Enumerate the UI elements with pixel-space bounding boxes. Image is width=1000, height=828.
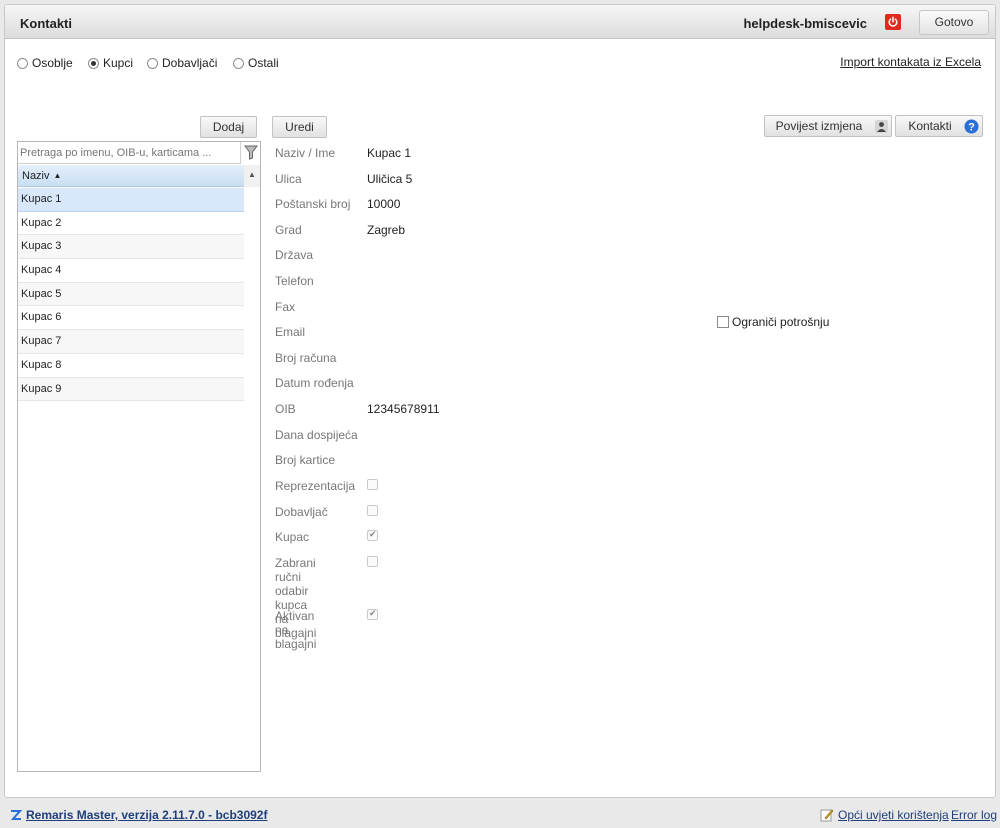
field-label: OIB [275,402,296,416]
radio-osoblje[interactable]: Osoblje [17,56,73,70]
radio-label: Dobavljači [162,56,218,70]
checkbox[interactable] [367,555,378,567]
contacts-help-button[interactable]: Kontakti ? [895,115,983,137]
checkbox[interactable] [367,529,378,542]
history-button[interactable]: Povijest izmjena [764,115,892,137]
checkbox[interactable] [367,504,378,516]
limit-consumption-label: Ograniči potrošnju [732,315,830,329]
logout-button[interactable] [885,14,901,30]
radio-label: Osoblje [32,56,73,70]
contacts-help-label: Kontakti [908,119,952,133]
svg-text:?: ? [968,122,975,134]
field-label: Grad [275,222,302,237]
check-label: Reprezentacija [275,479,356,493]
edit-button[interactable]: Uredi [272,116,327,138]
footer: Remaris Master, verzija 2.11.7.0 - bcb30… [0,800,1000,828]
field-label: Država [275,248,314,263]
field-value: Uličica 5 [367,171,413,186]
radio-button[interactable] [233,57,244,69]
filter-icon[interactable] [244,145,258,163]
power-icon [888,16,898,27]
field-label: Telefon [275,274,314,288]
radio-button[interactable] [147,57,158,69]
field-value: 10000 [367,197,401,212]
page-title: Kontakti [20,16,72,31]
check-label: Aktivan na blagajni [275,609,317,651]
radio-label: Ostali [248,56,279,70]
column-header-label: Naziv [22,170,50,182]
edit-document-icon [820,809,834,822]
radio-button[interactable] [88,57,99,69]
history-label: Povijest izmjena [775,119,863,133]
checkbox[interactable] [367,608,378,620]
column-header-naziv[interactable]: Naziv ▲ [18,165,244,187]
scroll-up-button[interactable]: ▲ [244,165,260,187]
radio-ostali[interactable]: Ostali [233,56,279,70]
field-value: Zagreb [367,222,406,237]
list-item[interactable]: Kupac 3 [18,235,244,260]
search-input[interactable] [18,142,241,164]
field-label: Poštanski broj [275,197,351,212]
radio-button[interactable] [17,57,28,69]
check-label: Dobavljač [275,504,328,519]
import-excel-link[interactable]: Import kontakata iz Excela [840,55,981,69]
list-item[interactable]: Kupac 2 [18,212,244,236]
field-label: Broj kartice [275,453,336,468]
field-value: 12345678911 [367,402,440,416]
add-button[interactable]: Dodaj [200,116,257,138]
list-item[interactable]: Kupac 5 [18,282,244,307]
sort-ascending-icon: ▲ [53,171,62,180]
remaris-logo-icon [10,810,22,820]
radio-kupci[interactable]: Kupci [88,56,133,70]
error-log-link[interactable]: Error log [951,808,997,822]
field-label: Ulica [275,171,302,186]
terms-link[interactable]: Opći uvjeti korištenja [820,808,949,822]
checkbox[interactable] [367,479,378,490]
user-icon [875,119,888,139]
help-icon: ? [964,119,979,140]
terms-label: Opći uvjeti korištenja [838,808,949,822]
list-item[interactable]: Kupac 9 [18,377,244,402]
contacts-window: Kontakti helpdesk-bmiscevic Gotovo Osobl… [4,4,996,798]
done-button[interactable]: Gotovo [919,10,989,35]
contacts-list: Kupac 1 Kupac 2 Kupac 3 Kupac 4 Kupac 5 … [18,188,244,402]
list-item[interactable]: Kupac 8 [18,354,244,378]
field-value: Kupac 1 [367,146,412,160]
field-label: Fax [275,299,296,314]
field-label: Datum rođenja [275,376,354,391]
field-label: Naziv / Ime [275,146,336,160]
limit-consumption-checkbox[interactable] [717,316,729,328]
list-item[interactable]: Kupac 6 [18,306,244,331]
list-item[interactable]: Kupac 1 [18,188,244,212]
version-label: Remaris Master, verzija 2.11.7.0 - bcb30… [26,808,268,822]
version-link[interactable]: Remaris Master, verzija 2.11.7.0 - bcb30… [10,808,267,822]
check-label: Kupac [275,530,310,545]
title-bar: Kontakti helpdesk-bmiscevic Gotovo [5,5,995,39]
field-label: Email [275,325,306,340]
radio-dobavljaci[interactable]: Dobavljači [147,56,217,70]
username: helpdesk-bmiscevic [743,16,867,31]
field-label: Dana dospijeća [275,427,358,442]
radio-label: Kupci [103,56,134,70]
list-item[interactable]: Kupac 7 [18,330,244,354]
contacts-list-panel: Naziv▲ ▲ Kupac 1 Kupac 2 Kupac 3 Kupac 4… [17,141,261,772]
limit-consumption-option[interactable]: Ograniči potrošnju [717,315,829,329]
list-item[interactable]: Kupac 4 [18,259,244,283]
field-label: Broj računa [275,350,337,365]
